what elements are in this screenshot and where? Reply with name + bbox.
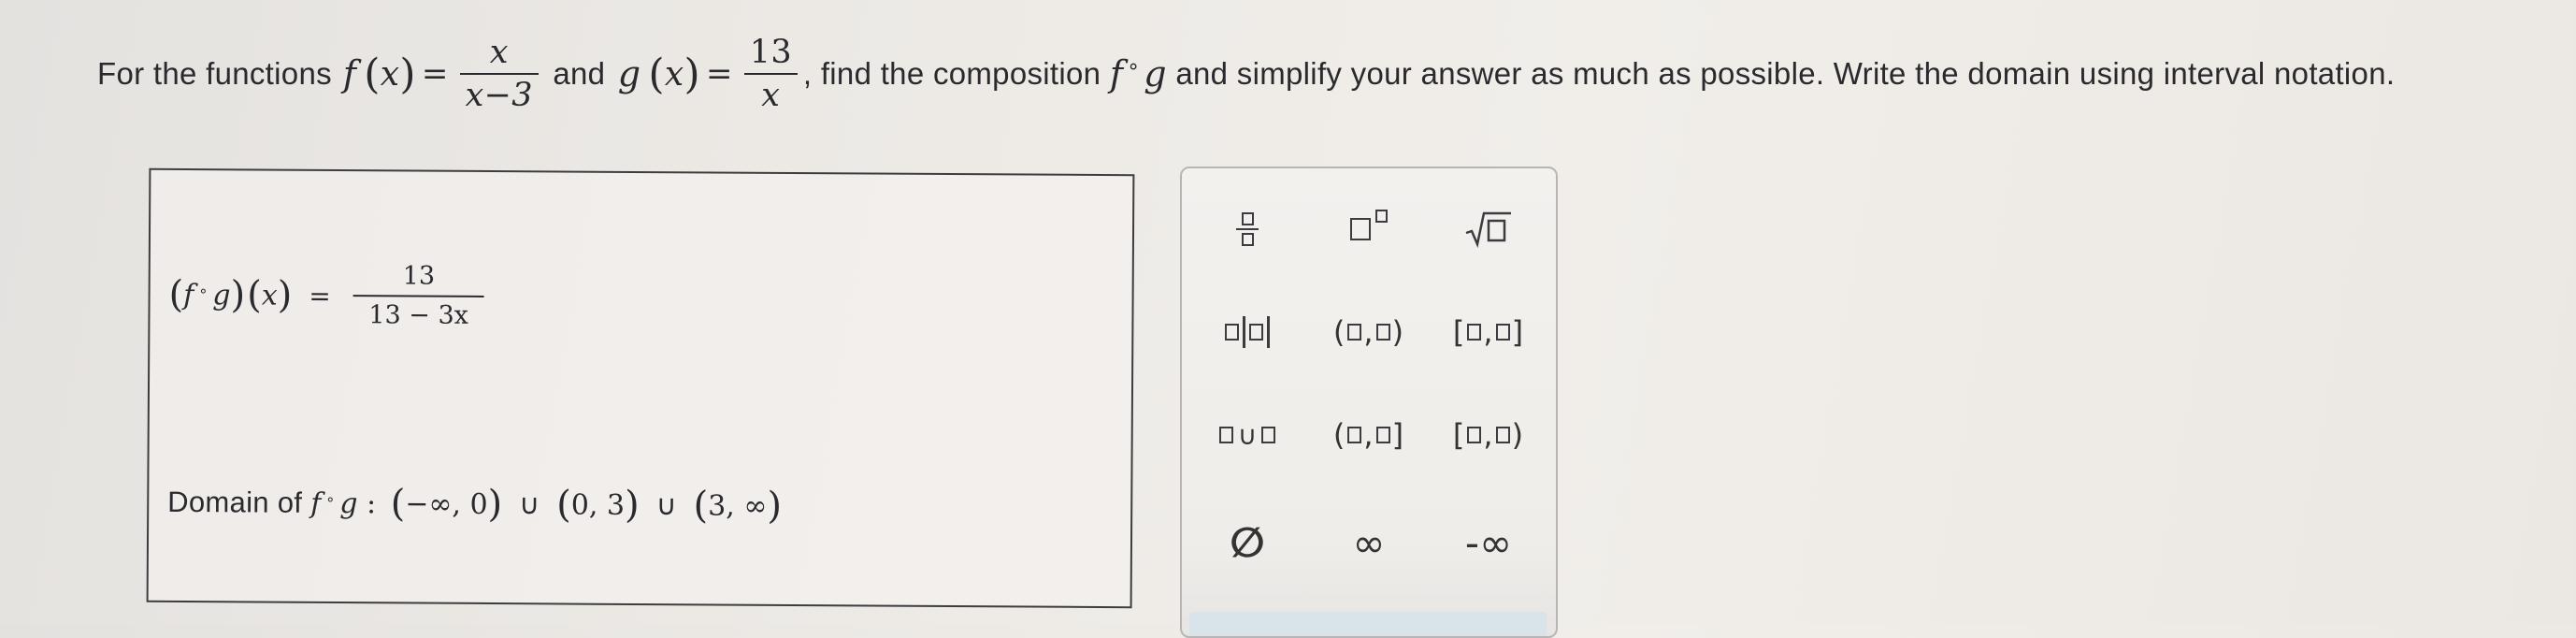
answer-composition-dot: ∘ [198,283,209,300]
answer-box[interactable]: ( f ∘ g ) ( x ) = 13 13 − 3x Domain of f… [146,167,1135,609]
placeholder-box [1375,324,1390,341]
domain-answer-row[interactable]: Domain of f ∘ g : (−∞, 0) ∪ (0, 3) ∪ (3,… [167,470,782,539]
answer-numerator[interactable]: 13 [390,258,449,296]
union-symbol-2: ∪ [655,488,677,522]
f-name: f [342,53,357,94]
answer-x: x [261,279,278,312]
union-symbol-1: ∪ [519,487,540,521]
g-name: g [617,53,641,94]
domain-g: g [339,486,358,520]
union-key[interactable]: ∪ [1191,402,1303,468]
composition-answer-row[interactable]: ( f ∘ g ) ( x ) = 13 13 − 3x [168,234,490,357]
g-definition-fraction: 13 x [743,32,798,116]
g-numerator: 13 [749,34,792,71]
placeholder-box [1495,324,1510,341]
answer-equals: = [309,280,331,312]
domain-label: Domain of [167,485,311,519]
union-icon: ∪ [1237,419,1258,451]
question-mid: , find the composition [802,56,1110,91]
g-denominator: x [761,77,781,114]
question-text: For the functions f (x) = x x−3 and g (x… [97,32,2396,116]
question-tail: and simplify your answer as much as poss… [1166,56,2396,91]
f-numerator: x [489,34,509,71]
interval-1-upper[interactable]: 0 [469,487,487,520]
composition-g: g [1144,53,1167,94]
interval-3-lower[interactable]: 3 [708,489,726,522]
infinity-key[interactable]: ∞ [1313,510,1425,575]
composition-dot: ∘ [1127,54,1141,78]
closed-closed-interval-key[interactable]: [,] [1432,299,1545,365]
placeholder-box [1347,427,1362,443]
empty-set-key[interactable]: ∅ [1191,510,1303,575]
answer-g: g [212,278,231,312]
square-root-key[interactable] [1432,196,1545,262]
open-closed-interval-key[interactable]: (,] [1313,402,1425,468]
question-intro: For the functions [97,56,332,91]
f-arg: x [380,54,400,94]
f-definition-fraction: x x−3 [459,32,539,116]
placeholder-box [1495,427,1510,443]
infinity-icon: ∞ [1352,519,1386,566]
placeholder-box [1467,427,1482,443]
closed-open-interval-label: [,) [1452,417,1525,453]
empty-set-icon: ∅ [1230,518,1265,567]
math-keypad: (,) [,] ∪ (,] [,) ∅ ∞ -∞ [1180,167,1558,638]
negative-infinity-icon: -∞ [1464,519,1513,566]
answer-denominator[interactable]: 13 − 3x [355,297,482,335]
domain-colon: : [357,486,385,520]
keypad-bottom-bar [1189,612,1547,636]
f-denominator: x−3 [465,77,533,114]
fraction-key[interactable] [1191,196,1303,262]
interval-2-lower[interactable]: 0 [571,488,589,521]
interval-2-upper[interactable]: 3 [607,488,625,521]
domain-f: f [310,486,322,520]
closed-open-interval-key[interactable]: [,) [1432,402,1545,468]
exponent-key[interactable] [1313,196,1425,262]
placeholder-box [1375,427,1390,443]
answer-f: f [183,278,194,312]
open-open-interval-key[interactable]: (,) [1313,299,1425,365]
question-and: and [543,56,614,91]
sqrt-icon [1465,211,1511,248]
closed-closed-interval-label: [,] [1452,314,1525,350]
interval-1-lower[interactable]: −∞ [405,487,452,520]
g-arg: x [664,54,684,94]
placeholder-box [1347,324,1362,341]
composition-f: f [1109,53,1124,94]
absolute-value-key[interactable] [1191,299,1303,365]
placeholder-box [1467,324,1482,341]
domain-composition-dot: ∘ [325,491,336,509]
open-open-interval-label: (,) [1332,314,1405,350]
open-closed-interval-label: (,] [1332,417,1405,453]
answer-fraction[interactable]: 13 13 − 3x [353,257,484,334]
negative-infinity-key[interactable]: -∞ [1432,510,1545,575]
interval-3-upper[interactable]: ∞ [743,489,767,522]
